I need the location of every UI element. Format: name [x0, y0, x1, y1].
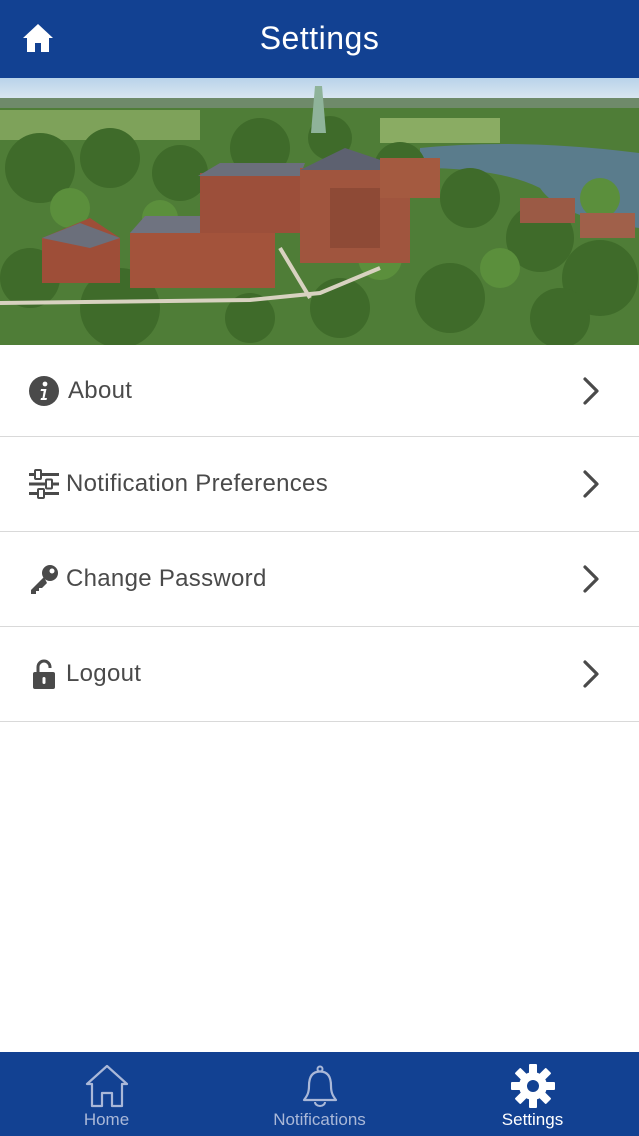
bell-icon: [302, 1065, 337, 1107]
key-icon: [31, 565, 58, 594]
menu-item-change-password[interactable]: Change Password: [0, 532, 639, 627]
menu-item-about[interactable]: About: [0, 345, 639, 437]
tab-label: Notifications: [273, 1110, 366, 1129]
top-bar: Settings: [0, 0, 639, 78]
hero-campus-image: [0, 78, 639, 345]
chevron-right-icon: [583, 565, 599, 593]
menu-item-label: Notification Preferences: [66, 470, 328, 497]
tab-notifications[interactable]: Notifications: [213, 1052, 426, 1136]
chevron-right-icon: [583, 376, 599, 405]
menu-item-label: Change Password: [66, 565, 267, 592]
bottom-tab-bar: Home Notifications Settings: [0, 1052, 639, 1136]
settings-menu: About Notification Preferences Change Pa…: [0, 345, 639, 722]
gear-icon: [510, 1064, 555, 1108]
sliders-icon: [29, 469, 59, 499]
menu-item-logout[interactable]: Logout: [0, 627, 639, 722]
chevron-right-icon: [583, 660, 599, 688]
menu-item-label: About: [68, 376, 133, 404]
menu-item-label: Logout: [66, 660, 142, 687]
menu-item-notification-preferences[interactable]: Notification Preferences: [0, 437, 639, 532]
tab-home[interactable]: Home: [0, 1052, 213, 1136]
unlock-icon: [33, 659, 55, 689]
tab-settings[interactable]: Settings: [426, 1052, 639, 1136]
tab-label: Settings: [501, 1110, 564, 1129]
tab-label: Home: [83, 1110, 130, 1129]
chevron-right-icon: [583, 470, 599, 498]
page-title: Settings: [259, 20, 380, 56]
info-icon: [29, 375, 59, 406]
home-outline-icon: [85, 1064, 128, 1108]
